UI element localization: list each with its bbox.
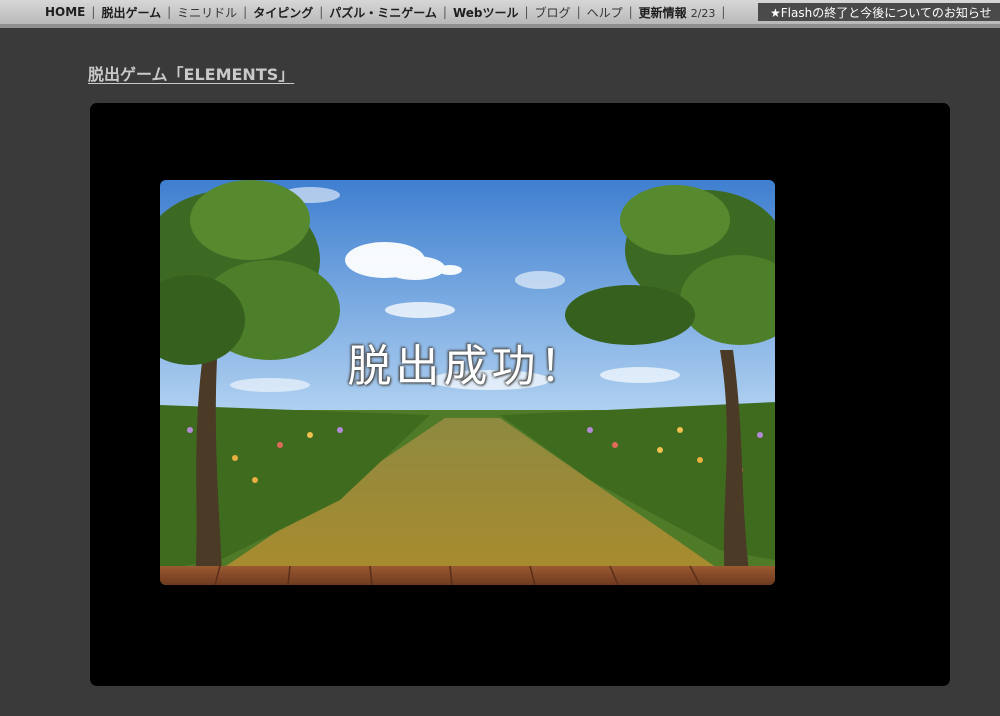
nav-typing[interactable]: タイピング <box>248 4 318 21</box>
nav-web-tools[interactable]: Webツール <box>448 4 524 21</box>
brick-floor <box>160 566 775 585</box>
main-nav: HOME | 脱出ゲーム | ミニリドル | タイピング | パズル・ミニゲーム… <box>40 0 726 24</box>
nav-blog[interactable]: ブログ <box>530 4 576 21</box>
game-scene[interactable]: 脱出成功！ <box>160 180 775 585</box>
nav-separator: | <box>721 5 726 19</box>
nav-home[interactable]: HOME <box>40 5 90 19</box>
nav-mini-riddle[interactable]: ミニリドル <box>172 4 242 21</box>
flash-notice-link[interactable]: ★Flashの終了と今後についてのお知らせ <box>758 3 1000 21</box>
nav-updates-label: 更新情報 <box>638 5 687 20</box>
nav-help[interactable]: ヘルプ <box>582 4 628 21</box>
game-frame: 脱出成功！ <box>90 103 950 686</box>
top-navigation-bar: HOME | 脱出ゲーム | ミニリドル | タイピング | パズル・ミニゲーム… <box>0 0 1000 28</box>
nav-puzzle-minigames[interactable]: パズル・ミニゲーム <box>324 4 442 21</box>
escape-success-message: 脱出成功！ <box>347 341 588 392</box>
update-date: 2/23 <box>690 6 716 20</box>
page-title[interactable]: 脱出ゲーム「ELEMENTS」 <box>88 61 294 85</box>
nav-updates[interactable]: 更新情報 2/23 <box>634 4 721 21</box>
nav-escape-games[interactable]: 脱出ゲーム <box>96 4 166 21</box>
